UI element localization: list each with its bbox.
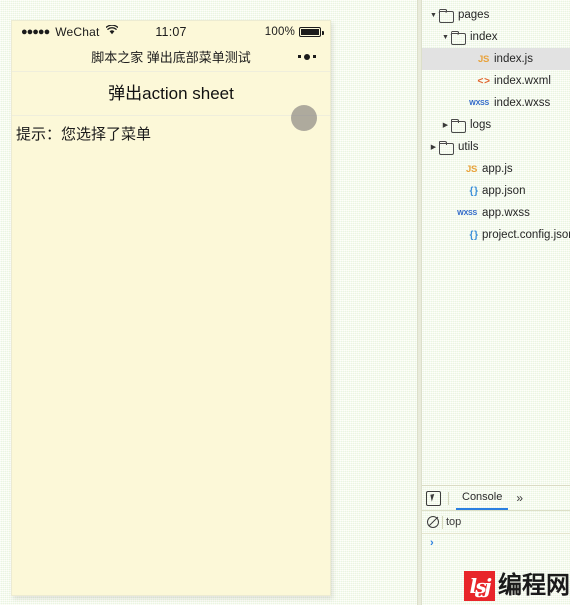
battery-percent-label: 100%	[264, 25, 295, 38]
json-file-icon-glyph: { }	[469, 229, 478, 241]
watermark-logo-text: 编程网	[498, 572, 570, 599]
tabs-overflow-icon[interactable]: »	[512, 491, 527, 505]
console-prompt-row[interactable]: ›	[422, 534, 570, 551]
file-tree-node-label: index.wxml	[494, 75, 551, 87]
js-file-icon: JS	[463, 54, 489, 65]
wxml-file-icon-glyph: < >	[477, 75, 491, 87]
touch-point-icon	[291, 105, 317, 131]
wxss-file-icon: WXSS	[463, 100, 489, 107]
file-tree-node[interactable]: < > index.wxml	[422, 70, 570, 92]
ide-panel: ▼ pages ▼ index JS index.js < > index.wxml WXSS i…	[422, 0, 570, 605]
file-tree-node[interactable]: { } project.config.json	[422, 224, 570, 246]
file-tree-node[interactable]: JS app.js	[422, 158, 570, 180]
clear-console-icon[interactable]	[427, 516, 439, 528]
file-tree-node-label: utils	[458, 141, 479, 153]
status-bar-right: 100%	[264, 25, 324, 38]
file-tree-node-label: app.wxss	[482, 207, 530, 219]
file-tree-node-label: index.wxss	[494, 97, 551, 109]
simulator-panel: ●●●●● WeChat 11:07 100% 脚本之家 弹出底部菜单测试 弹出…	[11, 20, 331, 596]
console-toolbar: top	[422, 511, 570, 534]
nav-title: 脚本之家 弹出底部菜单测试	[91, 50, 251, 65]
file-tree-node[interactable]: ▼ pages	[422, 4, 570, 26]
file-tree-node[interactable]: ▶ utils	[422, 136, 570, 158]
chevron-down-icon[interactable]: ▼	[428, 12, 439, 19]
phone-frame: ●●●●● WeChat 11:07 100% 脚本之家 弹出底部菜单测试 弹出…	[11, 20, 331, 596]
file-tree-node-label: pages	[458, 9, 490, 21]
file-tree-node[interactable]: WXSS index.wxss	[422, 92, 570, 114]
toolbar-divider-2	[442, 515, 443, 529]
chevron-right-icon[interactable]: ▶	[440, 122, 451, 129]
js-file-icon: JS	[451, 164, 477, 175]
folder-open-icon	[439, 9, 454, 23]
file-tree-node-label: index	[470, 31, 498, 43]
console-output[interactable]: › lʂj 编程网	[422, 534, 570, 605]
chevron-right-icon[interactable]: ▶	[428, 144, 439, 151]
watermark-logo-mark: lʂj	[464, 571, 495, 601]
carrier-label: WeChat	[55, 24, 100, 39]
file-tree-node-label: project.config.json	[482, 229, 570, 241]
devtools-panel: Console » top › lʂj 编程网	[422, 485, 570, 605]
folder-closed-icon	[451, 118, 466, 133]
tip-text: 提示：您选择了菜单	[16, 126, 152, 143]
wxml-file-icon: < >	[463, 75, 491, 87]
mini-program-page: 弹出action sheet 提示：您选择了菜单	[12, 72, 330, 595]
json-file-icon: { }	[451, 229, 478, 241]
more-dots-icon[interactable]	[298, 53, 316, 60]
wxss-file-icon-glyph: WXSS	[469, 99, 489, 107]
signal-dots-icon: ●●●●●	[21, 25, 50, 38]
battery-icon	[299, 26, 324, 37]
wifi-icon	[105, 24, 118, 38]
status-bar: ●●●●● WeChat 11:07 100%	[12, 21, 330, 42]
js-file-icon-glyph: JS	[465, 163, 477, 175]
file-tree-node-label: app.json	[482, 185, 526, 197]
folder-closed-icon	[439, 140, 454, 155]
inspect-element-icon[interactable]	[426, 490, 441, 506]
console-context-select[interactable]: top	[446, 516, 461, 528]
file-tree[interactable]: ▼ pages ▼ index JS index.js < > index.wxml WXSS i…	[422, 0, 570, 485]
watermark-logo: lʂj 编程网	[464, 570, 570, 602]
file-tree-node-label: app.js	[482, 163, 513, 175]
nav-bar: 脚本之家 弹出底部菜单测试	[12, 42, 330, 72]
wxss-file-icon: WXSS	[451, 210, 477, 217]
json-file-icon: { }	[451, 185, 478, 197]
console-prompt-caret: ›	[430, 536, 434, 549]
file-tree-node[interactable]: WXSS app.wxss	[422, 202, 570, 224]
file-tree-node[interactable]: JS index.js	[422, 48, 570, 70]
chevron-down-icon[interactable]: ▼	[440, 34, 451, 41]
screen-root: ●●●●● WeChat 11:07 100% 脚本之家 弹出底部菜单测试 弹出…	[0, 0, 570, 605]
file-tree-node[interactable]: ▶ logs	[422, 114, 570, 136]
json-file-icon-glyph: { }	[469, 185, 478, 197]
tab-console[interactable]: Console	[456, 487, 509, 510]
wxss-file-icon-glyph: WXSS	[457, 209, 477, 217]
file-tree-node-label: logs	[470, 119, 492, 131]
devtools-tabbar: Console »	[422, 486, 570, 511]
show-action-sheet-button[interactable]: 弹出action sheet	[12, 72, 330, 116]
js-file-icon-glyph: JS	[477, 53, 489, 65]
file-tree-node[interactable]: { } app.json	[422, 180, 570, 202]
toolbar-divider	[448, 491, 449, 505]
file-tree-node-label: index.js	[494, 53, 533, 65]
file-tree-node[interactable]: ▼ index	[422, 26, 570, 48]
status-bar-left: ●●●●● WeChat	[21, 25, 118, 39]
folder-open-icon	[451, 31, 466, 45]
